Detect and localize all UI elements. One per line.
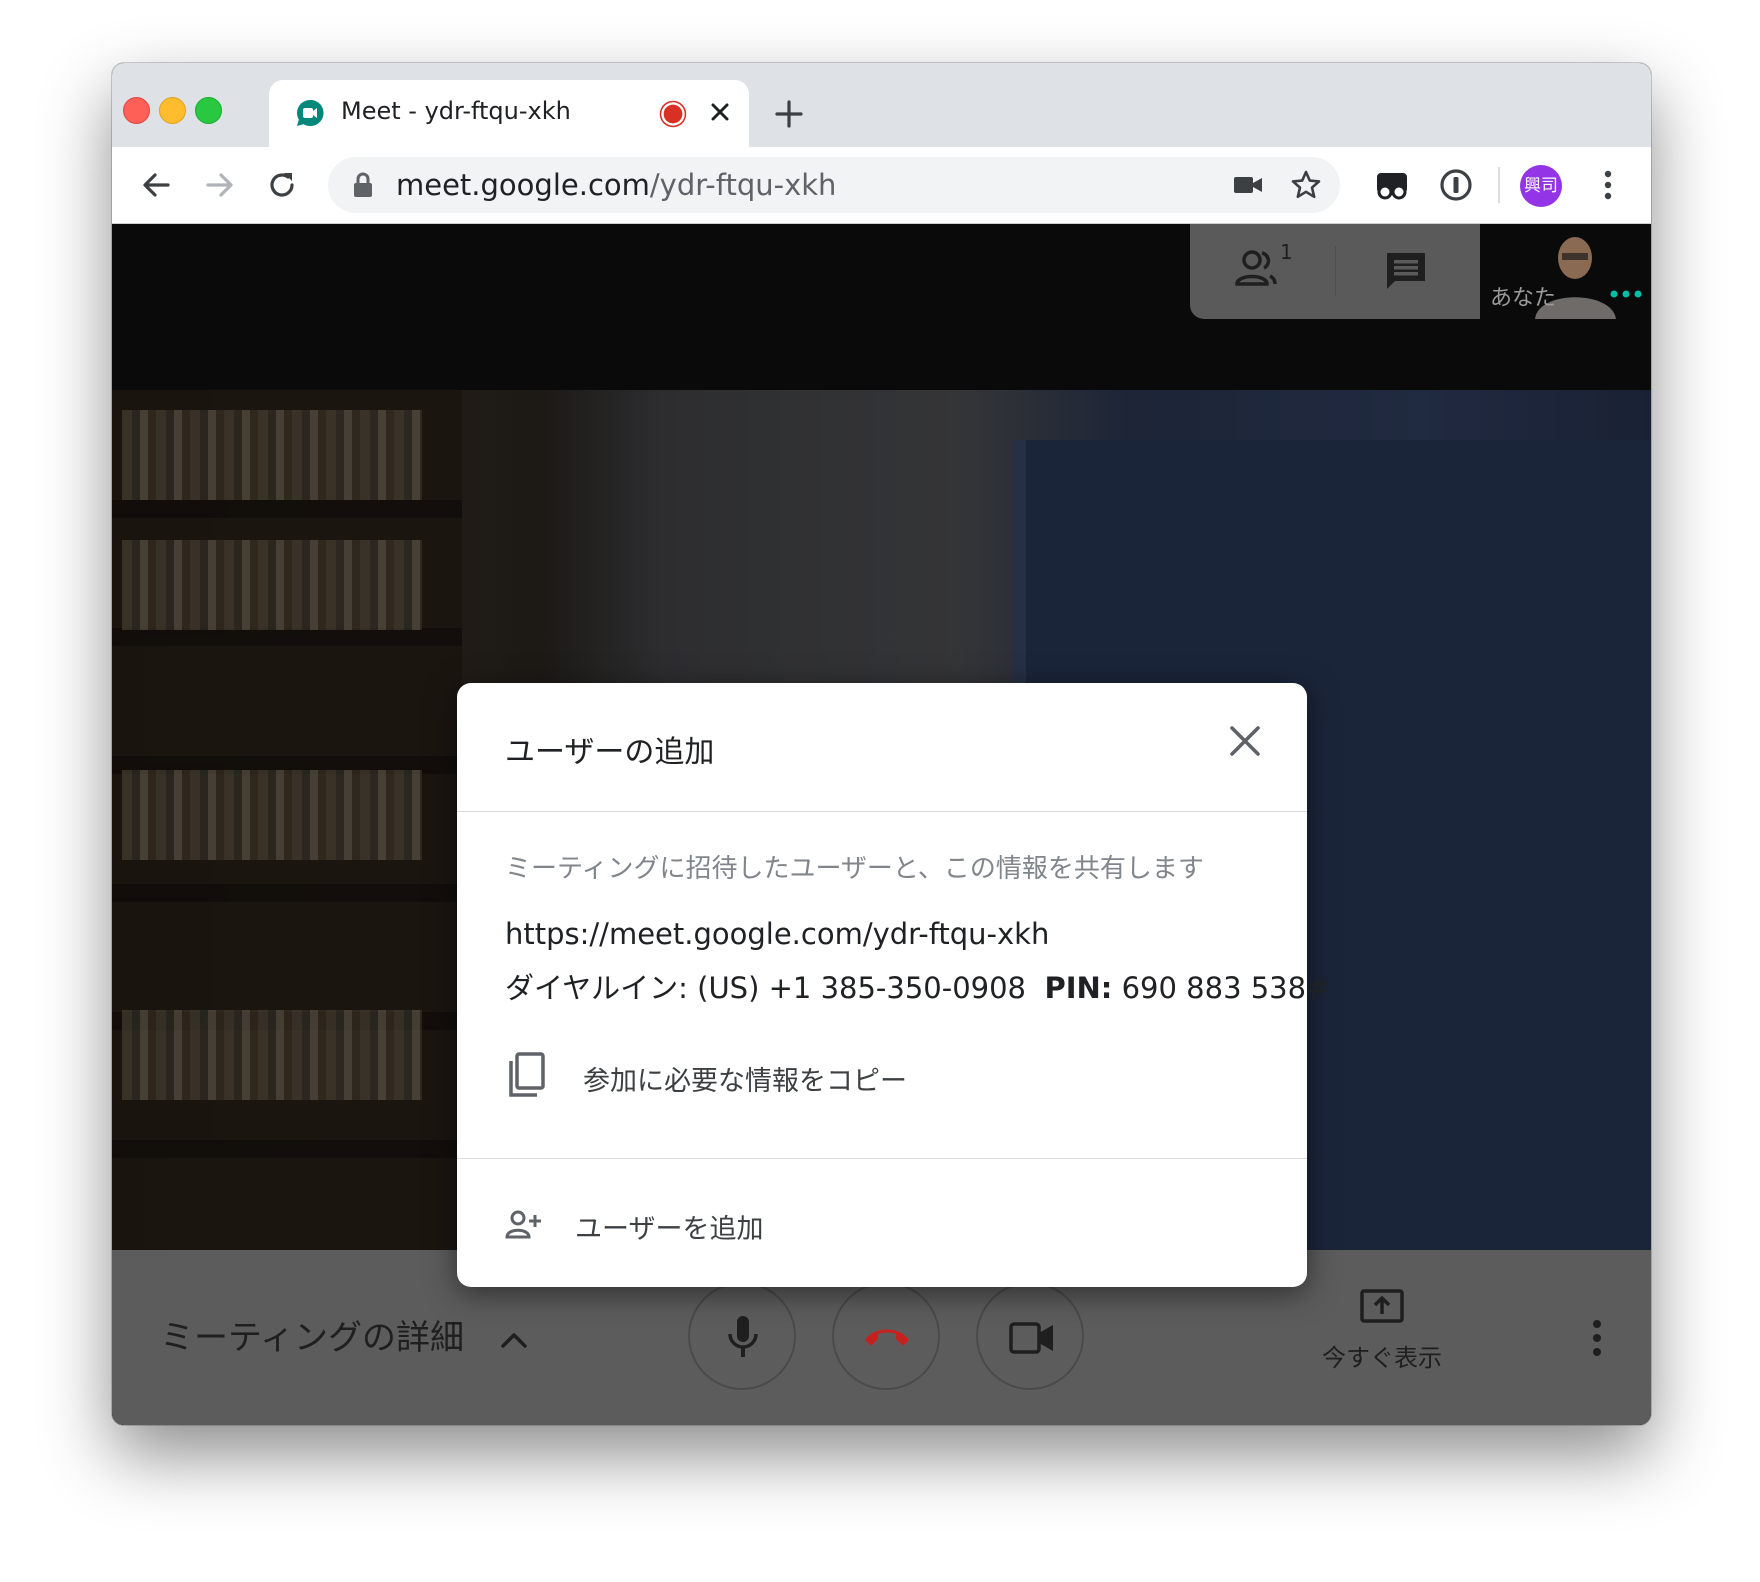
browser-toolbar: meet.google.com/ydr-ftqu-xkh 興司 [112, 147, 1651, 224]
chat-icon[interactable] [1384, 250, 1428, 292]
browser-window: Meet - ydr-ftqu-xkh meet.google.com/ydr-… [112, 63, 1651, 1425]
top-controls-divider [1335, 246, 1336, 296]
password-manager-icon[interactable] [1436, 165, 1476, 205]
add-user-label: ユーザーを追加 [575, 1214, 764, 1245]
minimize-window-button[interactable] [159, 97, 186, 124]
camera-in-use-icon[interactable] [1232, 173, 1264, 197]
lock-icon[interactable] [352, 172, 374, 198]
present-now-button[interactable]: 今すぐ表示 [1312, 1288, 1452, 1373]
microphone-button[interactable] [688, 1282, 796, 1390]
new-tab-icon[interactable] [772, 97, 806, 131]
self-view-label: あなた [1490, 286, 1557, 311]
dial-in-info: ダイヤルイン: (US) +1 385-350-0908 PIN: 690 88… [505, 965, 1330, 1007]
pin-value: 690 883 538# [1121, 971, 1331, 1005]
reload-icon[interactable] [262, 165, 302, 205]
dial-in-number: (US) +1 385-350-0908 [697, 971, 1027, 1005]
present-now-label: 今すぐ表示 [1322, 1344, 1442, 1372]
dialog-divider [457, 811, 1307, 812]
top-controls: 1 [1190, 224, 1480, 319]
url-text: meet.google.com/ydr-ftqu-xkh [396, 168, 836, 202]
more-options-icon[interactable] [1590, 1318, 1604, 1358]
dialog-divider [457, 1158, 1307, 1159]
address-bar[interactable]: meet.google.com/ydr-ftqu-xkh [328, 157, 1340, 213]
copy-joining-info-button[interactable]: 参加に必要な情報をコピー [505, 1051, 955, 1101]
tab-strip: Meet - ydr-ftqu-xkh [112, 63, 1651, 147]
microphone-icon [728, 1316, 758, 1357]
meeting-url-text: https://meet.google.com/ydr-ftqu-xkh [505, 917, 1050, 951]
copy-joining-info-label: 参加に必要な情報をコピー [583, 1066, 907, 1097]
extension-incognito-icon[interactable] [1372, 165, 1412, 205]
meet-content: 1 あなた ミーティングの詳細 今すぐ表示 ユーザーの追加 ミーティングに招待し… [112, 224, 1651, 1425]
dialog-description: ミーティングに招待したユーザーと、この情報を共有します [505, 854, 1204, 884]
dialog-title: ユーザーの追加 [505, 735, 715, 770]
end-call-button[interactable] [832, 1282, 940, 1390]
toolbar-divider [1498, 167, 1500, 203]
chevron-up-icon [501, 1332, 527, 1348]
zoom-window-button[interactable] [195, 97, 222, 124]
meeting-details-button[interactable]: ミーティングの詳細 [160, 1310, 529, 1359]
tab-close-icon[interactable] [705, 97, 735, 127]
url-host: meet.google.com [396, 168, 650, 202]
back-icon[interactable] [136, 165, 176, 205]
add-user-button[interactable]: ユーザーを追加 [505, 1201, 855, 1251]
self-view-more-icon[interactable] [1608, 288, 1644, 300]
profile-avatar[interactable]: 興司 [1520, 165, 1562, 207]
camera-button[interactable] [976, 1282, 1084, 1390]
camera-icon [1009, 1322, 1053, 1354]
meeting-details-label: ミーティングの詳細 [160, 1318, 464, 1358]
close-window-button[interactable] [123, 97, 150, 124]
self-view-tile[interactable]: あなた [1480, 224, 1651, 319]
tab-title: Meet - ydr-ftqu-xkh [341, 97, 571, 125]
meet-favicon-icon [297, 99, 324, 126]
forward-icon[interactable] [200, 165, 240, 205]
present-screen-icon [1360, 1289, 1404, 1323]
pin-label: PIN: [1044, 971, 1113, 1005]
recording-indicator-icon [663, 104, 683, 124]
browser-menu-icon[interactable] [1588, 165, 1628, 205]
participants-count: 1 [1280, 240, 1293, 264]
dialog-close-icon[interactable] [1227, 723, 1263, 759]
end-call-icon [865, 1329, 909, 1346]
dial-in-label: ダイヤルイン: [505, 971, 688, 1005]
add-person-icon [505, 1210, 541, 1239]
add-people-dialog: ユーザーの追加 ミーティングに招待したユーザーと、この情報を共有します http… [457, 683, 1330, 1287]
url-path: /ydr-ftqu-xkh [649, 168, 837, 202]
bookmark-star-icon[interactable] [1290, 169, 1322, 201]
tab-meet[interactable]: Meet - ydr-ftqu-xkh [269, 80, 749, 147]
copy-icon [509, 1052, 545, 1097]
